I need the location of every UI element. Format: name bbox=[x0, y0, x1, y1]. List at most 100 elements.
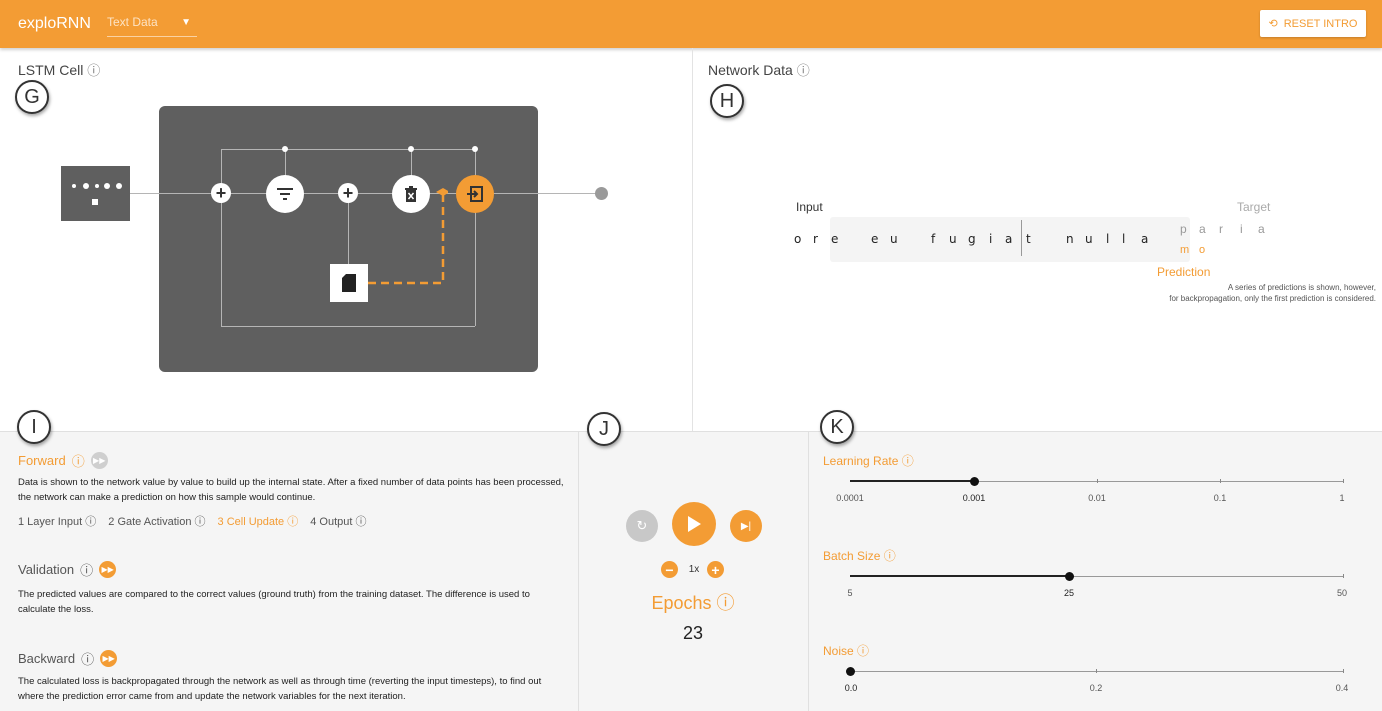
input-wire bbox=[130, 193, 159, 194]
slider-tick bbox=[1343, 479, 1344, 483]
info-icon[interactable]: ⓘ bbox=[857, 644, 869, 658]
tick-label: 0.01 bbox=[1088, 493, 1106, 503]
info-icon[interactable]: ⓘ bbox=[287, 516, 298, 528]
tour-marker-g: G bbox=[15, 80, 49, 114]
info-icon[interactable]: ⓘ bbox=[797, 63, 810, 78]
input-char: f bbox=[931, 232, 936, 246]
target-char: i bbox=[1240, 222, 1243, 236]
prediction-char: m bbox=[1180, 244, 1190, 256]
dataset-select[interactable]: Text Data ▼ bbox=[107, 15, 197, 37]
tick-label: 50 bbox=[1336, 588, 1348, 598]
input-char: e bbox=[871, 232, 879, 246]
step-button[interactable]: ▶| bbox=[730, 510, 762, 542]
slider-tick bbox=[1220, 479, 1221, 483]
fast-forward-button[interactable]: ▶▶ bbox=[100, 650, 118, 667]
fast-forward-button[interactable]: ▶▶ bbox=[99, 561, 117, 578]
slider-thumb[interactable] bbox=[1065, 572, 1074, 581]
tick-label: 0.4 bbox=[1335, 683, 1349, 693]
tour-marker-j: J bbox=[587, 412, 621, 446]
left-loop-wire bbox=[221, 149, 222, 326]
tick-label: 0.2 bbox=[1089, 683, 1103, 693]
info-icon[interactable]: ⓘ bbox=[902, 454, 914, 468]
reset-intro-label: RESET INTRO bbox=[1283, 17, 1358, 30]
slider-thumb[interactable] bbox=[846, 667, 855, 676]
play-button[interactable] bbox=[672, 502, 716, 546]
input-char: u bbox=[949, 232, 957, 246]
bottom-loop-wire bbox=[221, 326, 475, 327]
tick-label: 25 bbox=[1063, 588, 1075, 598]
backward-title: Backward ⓘ ▶▶ bbox=[18, 649, 118, 668]
step-gate-activation[interactable]: 2 Gate Activation ⓘ bbox=[108, 513, 205, 529]
tick-label: 0.0 bbox=[844, 683, 858, 693]
chevron-down-icon: ▼ bbox=[181, 17, 191, 28]
reset-training-button[interactable]: ↻ bbox=[626, 510, 658, 542]
cell-output-dashed-wire bbox=[368, 188, 448, 285]
input-char: a bbox=[1141, 232, 1149, 246]
input-node[interactable] bbox=[61, 166, 130, 221]
slider-tick bbox=[1343, 669, 1344, 673]
slider-tick bbox=[1097, 479, 1098, 483]
validation-title: Validation ⓘ ▶▶ bbox=[18, 560, 117, 579]
output-icon bbox=[467, 186, 483, 202]
junction-dot bbox=[408, 146, 414, 152]
input-char: t bbox=[1026, 232, 1031, 246]
input-char: i bbox=[989, 232, 993, 246]
tick-label: 0.001 bbox=[962, 493, 986, 503]
step-output[interactable]: 4 Output ⓘ bbox=[310, 513, 366, 529]
backward-description: The calculated loss is backpropagated th… bbox=[18, 676, 542, 702]
input-char: u bbox=[1085, 232, 1093, 246]
info-icon[interactable]: ⓘ bbox=[87, 63, 100, 78]
step-cell-update[interactable]: 3 Cell Update ⓘ bbox=[218, 513, 299, 529]
tick-label: 0.0001 bbox=[836, 493, 864, 503]
input-char: o bbox=[794, 232, 802, 246]
speed-decrease-button[interactable]: − bbox=[661, 561, 678, 578]
slider-fill bbox=[850, 480, 974, 482]
info-icon[interactable]: ⓘ bbox=[81, 649, 94, 668]
output-node[interactable] bbox=[595, 187, 608, 200]
info-icon[interactable]: ⓘ bbox=[356, 516, 367, 528]
cell-state-node[interactable] bbox=[330, 264, 368, 302]
panel-divider bbox=[808, 431, 809, 711]
target-char: a bbox=[1258, 222, 1265, 236]
target-char: p bbox=[1180, 222, 1187, 236]
tick-label: 0.1 bbox=[1213, 493, 1227, 503]
input-gate-node[interactable] bbox=[266, 175, 304, 213]
panel-divider bbox=[692, 48, 693, 431]
reset-intro-button[interactable]: ⟲ RESET INTRO bbox=[1260, 10, 1366, 37]
output-gate-node[interactable] bbox=[456, 175, 494, 213]
skip-next-icon: ▶| bbox=[740, 520, 752, 532]
speed-increase-button[interactable]: + bbox=[707, 561, 724, 578]
target-label: Target bbox=[1237, 200, 1271, 214]
info-icon[interactable]: ⓘ bbox=[717, 593, 735, 613]
slider-thumb[interactable] bbox=[970, 477, 979, 486]
info-icon[interactable]: ⓘ bbox=[884, 549, 896, 563]
input-char: a bbox=[1005, 232, 1013, 246]
info-icon[interactable]: ⓘ bbox=[85, 516, 96, 528]
noise-slider[interactable] bbox=[846, 667, 1344, 676]
restart-icon: ↻ bbox=[636, 518, 648, 533]
target-char: r bbox=[1219, 222, 1223, 236]
forward-description: Data is shown to the network value by va… bbox=[18, 477, 564, 503]
fast-forward-button[interactable]: ▶▶ bbox=[90, 452, 108, 469]
add-node-cell[interactable]: + bbox=[338, 183, 358, 203]
add-node-input[interactable]: + bbox=[211, 183, 231, 203]
info-icon[interactable]: ⓘ bbox=[80, 560, 93, 579]
epochs-value: 23 bbox=[682, 623, 704, 643]
batch-size-slider[interactable] bbox=[850, 572, 1344, 581]
tour-marker-i: I bbox=[17, 410, 51, 444]
input-char: g bbox=[968, 232, 976, 246]
learning-rate-title: Learning Rate ⓘ bbox=[823, 454, 914, 468]
tour-marker-h: H bbox=[710, 84, 744, 118]
step-layer-input[interactable]: 1 Layer Input ⓘ bbox=[18, 513, 96, 529]
filter-icon bbox=[277, 188, 293, 200]
tick-label: 1 bbox=[1339, 493, 1345, 503]
epochs-label: Epochs ⓘ bbox=[651, 593, 735, 613]
learning-rate-slider[interactable] bbox=[850, 477, 1344, 486]
info-icon[interactable]: ⓘ bbox=[72, 451, 85, 470]
noise-title: Noise ⓘ bbox=[823, 644, 870, 658]
batch-size-title: Batch Size ⓘ bbox=[823, 549, 896, 563]
info-icon[interactable]: ⓘ bbox=[195, 516, 206, 528]
play-icon bbox=[688, 516, 701, 532]
input-char: e bbox=[831, 232, 839, 246]
junction-dot bbox=[472, 146, 478, 152]
